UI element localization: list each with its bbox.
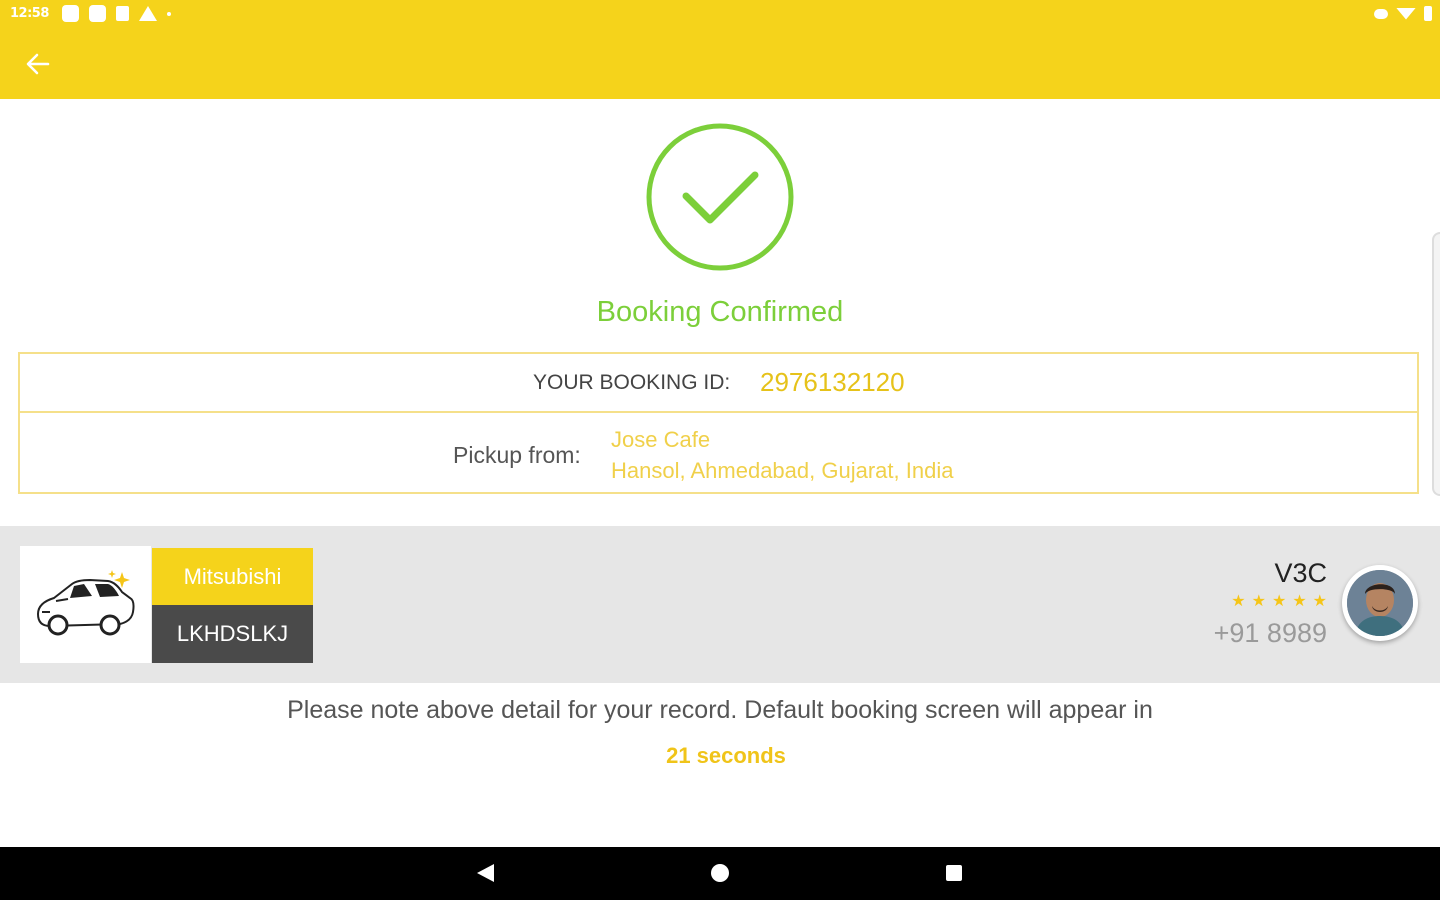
- star-icon: ★: [1312, 591, 1327, 610]
- data-saver-icon: [1374, 8, 1388, 19]
- status-time: 12:58: [10, 6, 49, 21]
- app-bar: 12:58: [0, 0, 1440, 99]
- pickup-address: Hansol, Ahmedabad, Gujarat, India: [611, 458, 954, 483]
- arrow-left-icon: [26, 53, 50, 75]
- notification-icon: [62, 5, 79, 22]
- record-note: Please note above detail for your record…: [287, 696, 1153, 724]
- booking-details-card: YOUR BOOKING ID: 2976132120 Pickup from:…: [18, 352, 1419, 494]
- pickup-name: Jose Cafe: [611, 427, 711, 452]
- booking-id-row: YOUR BOOKING ID: 2976132120: [20, 354, 1417, 413]
- driver-name: V3C: [1274, 558, 1327, 588]
- booking-confirmed-title: Booking Confirmed: [596, 296, 844, 328]
- driver-photo: [1347, 570, 1413, 636]
- star-icon: ★: [1251, 591, 1266, 610]
- nav-recents-icon[interactable]: [946, 865, 962, 881]
- car-icon: [36, 570, 135, 636]
- vehicle-driver-strip: Mitsubishi LKHDSLKJ V3C ★ ★ ★ ★ ★ +91 89…: [0, 526, 1440, 683]
- driver-phone[interactable]: +91 8989: [1214, 618, 1327, 649]
- vehicle-plate-badge: LKHDSLKJ: [152, 605, 313, 663]
- battery-icon: [1424, 6, 1432, 21]
- system-navigation-bar: [0, 847, 1440, 900]
- redirect-countdown: 21 seconds: [666, 743, 786, 768]
- nav-back-icon[interactable]: [477, 864, 494, 882]
- warning-icon: [139, 6, 157, 21]
- booking-id-value: 2976132120: [760, 367, 905, 397]
- driver-rating: ★ ★ ★ ★ ★: [1231, 592, 1327, 610]
- status-notification-icons: [62, 5, 171, 22]
- edge-panel-handle[interactable]: [1432, 232, 1440, 496]
- booking-id-label: YOUR BOOKING ID:: [533, 371, 731, 394]
- status-system-icons: [1374, 6, 1432, 21]
- star-icon: ★: [1292, 591, 1307, 610]
- star-icon: ★: [1231, 591, 1246, 610]
- pickup-label: Pickup from:: [453, 442, 581, 468]
- driver-avatar[interactable]: [1342, 565, 1418, 641]
- sd-card-icon: [116, 6, 129, 21]
- wifi-icon: [1396, 7, 1416, 20]
- back-button[interactable]: [24, 50, 52, 78]
- car-image: [20, 546, 151, 663]
- star-icon: ★: [1271, 591, 1287, 610]
- check-circle-icon: [645, 122, 795, 272]
- vehicle-make-badge: Mitsubishi: [152, 548, 313, 605]
- notification-icon: [89, 5, 106, 22]
- nav-home-icon[interactable]: [711, 864, 729, 882]
- more-notifications-icon: [167, 11, 171, 16]
